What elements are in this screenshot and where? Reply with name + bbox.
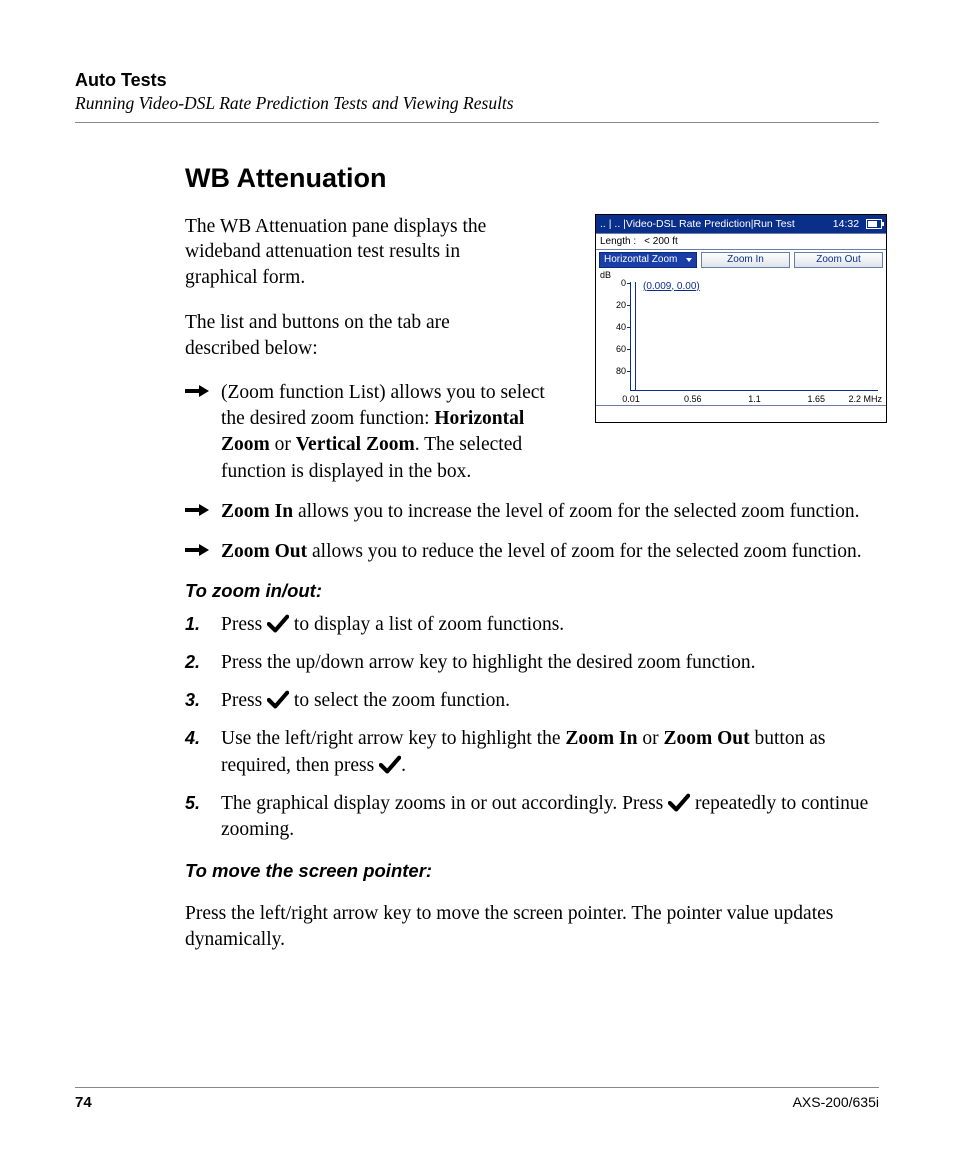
check-icon: [668, 793, 690, 813]
header-subsection: Running Video-DSL Rate Prediction Tests …: [75, 93, 879, 123]
footer-model: AXS-200/635i: [793, 1094, 879, 1111]
y-tick-3: 60: [598, 344, 626, 354]
step-1: Press to display a list of zoom function…: [185, 612, 885, 638]
step-5: The graphical display zooms in or out ac…: [185, 791, 885, 844]
x-tick-0: 0.01: [622, 394, 640, 404]
x-tick-1: 0.56: [684, 394, 702, 404]
page-number: 74: [75, 1094, 92, 1111]
y-tick-0: 0: [598, 278, 626, 288]
y-tick-2: 40: [598, 322, 626, 332]
device-bottom-bar: [596, 405, 886, 422]
chart-cursor-label: (0.009, 0.00): [643, 281, 700, 292]
arrow-bullet-icon: [185, 542, 209, 558]
check-icon: [379, 755, 401, 775]
arrow-bullet-icon: [185, 383, 209, 399]
attenuation-chart: dB 0 20 40 60 80 (0.009, 0.00) 0.01 0.56…: [596, 270, 886, 405]
intro-paragraph-2: The list and buttons on the tab are desc…: [185, 310, 520, 361]
check-icon: [267, 614, 289, 634]
device-breadcrumb: .. | .. |Video-DSL Rate Prediction|Run T…: [600, 218, 795, 230]
zoom-function-select[interactable]: Horizontal Zoom: [599, 252, 697, 268]
arrow-bullet-icon: [185, 502, 209, 518]
battery-icon: [866, 219, 882, 229]
x-tick-2: 1.1: [748, 394, 761, 404]
bullet-zoom-out: Zoom Out allows you to reduce the level …: [185, 539, 885, 565]
zoom-out-button[interactable]: Zoom Out: [794, 252, 883, 268]
step-3: Press to select the zoom function.: [185, 688, 885, 714]
x-tick-3: 1.65: [807, 394, 825, 404]
device-clock-area: 14:32: [833, 218, 882, 230]
bullet-zoom-list: (Zoom function List) allows you to selec…: [185, 380, 556, 485]
device-screenshot: .. | .. |Video-DSL Rate Prediction|Run T…: [595, 214, 885, 423]
chart-cursor-line: [635, 282, 636, 390]
length-value: < 200 ft: [644, 236, 678, 247]
length-label: Length :: [600, 236, 636, 247]
y-tick-4: 80: [598, 366, 626, 376]
chart-axes: (0.009, 0.00) 0.01 0.56 1.1 1.65 2.2 MHz: [630, 282, 878, 391]
bullet-zoom-in: Zoom In allows you to increase the level…: [185, 499, 885, 525]
zoom-select-label: Horizontal Zoom: [604, 254, 677, 265]
step-4: Use the left/right arrow key to highligh…: [185, 726, 885, 779]
subhead-zoom: To zoom in/out:: [185, 580, 885, 602]
pointer-paragraph: Press the left/right arrow key to move t…: [185, 901, 885, 952]
check-icon: [267, 690, 289, 710]
subhead-pointer: To move the screen pointer:: [185, 860, 885, 882]
intro-paragraph-1: The WB Attenuation pane displays the wid…: [185, 214, 520, 291]
step-2: Press the up/down arrow key to highlight…: [185, 650, 885, 676]
device-time: 14:32: [833, 218, 859, 230]
page-heading: WB Attenuation: [185, 163, 879, 194]
chart-x-end: 2.2 MHz: [848, 394, 882, 404]
header-section-title: Auto Tests: [75, 70, 879, 91]
zoom-in-button[interactable]: Zoom In: [701, 252, 790, 268]
y-tick-1: 20: [598, 300, 626, 310]
chevron-down-icon: [686, 258, 692, 262]
